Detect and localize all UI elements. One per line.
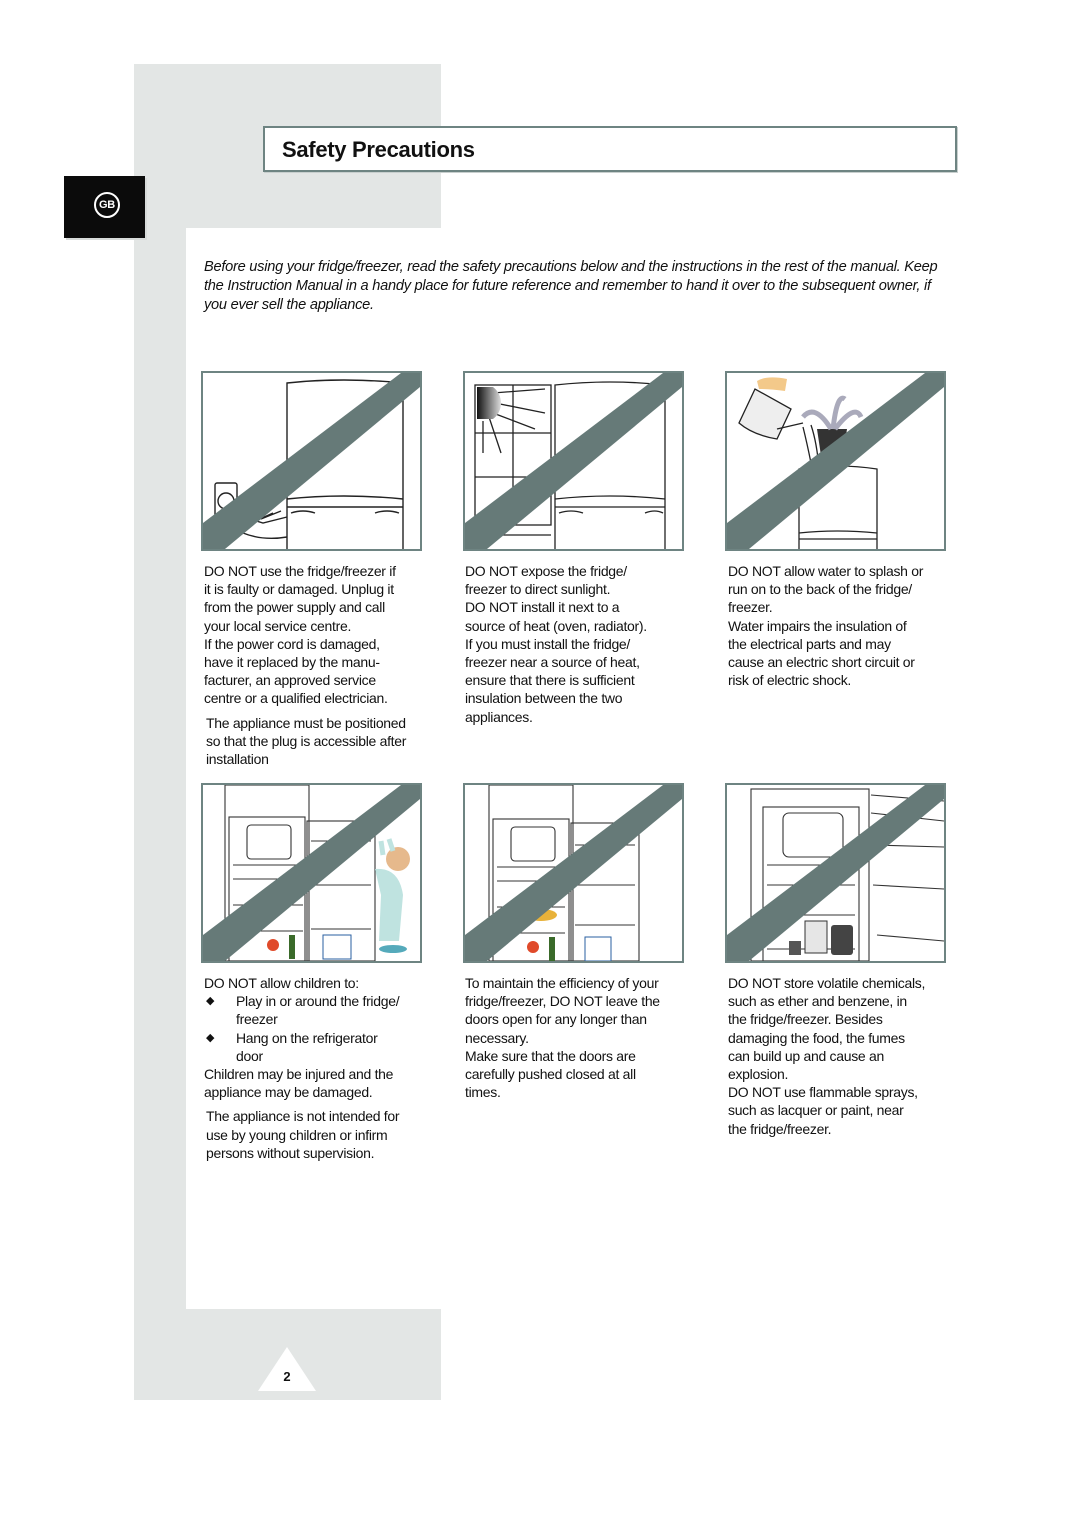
- caption-line: DO NOT allow water to splash or: [728, 563, 924, 579]
- caption-line: risk of electric shock.: [728, 672, 852, 689]
- page-number: 2: [283, 1369, 291, 1384]
- sunlight-window-fridge-icon: [465, 373, 682, 549]
- caption-line: freezer near a source of heat,: [465, 654, 640, 671]
- caption-line: To maintain the efficiency of your: [465, 975, 659, 991]
- caption-line: facturer, an approved service: [204, 672, 376, 689]
- caption-chemicals: DO NOT store volatile chemicals, such as…: [728, 974, 963, 1138]
- watering-plant-on-fridge-icon: [727, 373, 944, 549]
- prohibition-slash: [203, 373, 420, 549]
- caption-line: the electrical parts and may: [728, 635, 891, 652]
- bullet-line: door: [236, 1047, 263, 1064]
- caption-line: DO NOT expose the fridge/: [465, 563, 627, 579]
- diamond-bullet-icon: ◆: [206, 995, 215, 1008]
- caption-line: centre or a qualified electrician.: [204, 690, 388, 707]
- caption-line: If the power cord is damaged,: [204, 635, 380, 652]
- caption-line: have it replaced by the manu-: [204, 654, 380, 671]
- caption-line: DO NOT use the fridge/freezer if: [204, 563, 396, 579]
- caption-line: can build up and cause an: [728, 1047, 884, 1064]
- caption-line: from the power supply and call: [204, 599, 385, 616]
- caption-children: DO NOT allow children to: ◆ Play in or a…: [204, 974, 439, 1162]
- child-head: [386, 847, 410, 871]
- caption-line: source of heat (oven, radiator).: [465, 617, 647, 634]
- bullet-line: freezer: [236, 1011, 278, 1028]
- caption-line: appliance may be damaged.: [204, 1084, 373, 1101]
- caption-note-line: use by young children or infirm: [206, 1126, 388, 1143]
- illustration-sunlight: [463, 371, 684, 551]
- caption-line: such as ether and benzene, in: [728, 993, 907, 1010]
- caption-water-splash: DO NOT allow water to splash or run on t…: [728, 562, 963, 689]
- bullet-item: ◆ Hang on the refrigerator door: [204, 1029, 439, 1065]
- caption-doors-open: To maintain the efficiency of your fridg…: [465, 974, 700, 1101]
- illustration-unplug-damaged: [201, 371, 422, 551]
- caption-unplug-damaged: DO NOT use the fridge/freezer if it is f…: [204, 562, 439, 768]
- caption-lead: DO NOT allow children to:: [204, 975, 359, 991]
- caption-line: the fridge/freezer. Besides: [728, 1011, 883, 1028]
- caption-note-line: so that the plug is accessible after: [206, 732, 407, 749]
- caption-note-line: installation: [206, 751, 269, 768]
- caption-line: cause an electric short circuit or: [728, 654, 915, 671]
- caption-line: times.: [465, 1084, 501, 1101]
- caption-line: DO NOT install it next to a: [465, 599, 620, 616]
- caption-line: damaging the food, the fumes: [728, 1029, 905, 1046]
- illustration-chemicals: [725, 783, 946, 963]
- caption-line: fridge/freezer, DO NOT leave the: [465, 993, 660, 1010]
- bullet-item: ◆ Play in or around the fridge/freezer: [204, 992, 439, 1028]
- page-title: Safety Precautions: [282, 137, 475, 162]
- page-title-box: Safety Precautions: [263, 126, 957, 172]
- bullet-line: Hang on the refrigerator: [236, 1029, 378, 1046]
- chemicals-in-fridge-icon: [727, 785, 944, 961]
- caption-line: carefully pushed closed at all: [465, 1066, 636, 1083]
- caption-line: the fridge/freezer.: [728, 1120, 832, 1137]
- caption-line: doors open for any longer than: [465, 1011, 647, 1028]
- caption-line: Children may be injured and the: [204, 1066, 394, 1083]
- caption-sunlight: DO NOT expose the fridge/ freezer to dir…: [465, 562, 700, 726]
- illustration-children: [201, 783, 422, 963]
- intro-paragraph: Before using your fridge/freezer, read t…: [204, 259, 938, 313]
- diamond-bullet-icon: ◆: [206, 1031, 215, 1044]
- caption-line: insulation between the two: [465, 690, 623, 707]
- caption-note-line: The appliance must be positioned: [206, 714, 406, 731]
- illustration-water-splash: [725, 371, 946, 551]
- caption-line: run on to the back of the fridge/: [728, 581, 912, 598]
- language-badge: GB: [64, 176, 145, 238]
- caption-note-line: The appliance is not intended for: [206, 1108, 400, 1125]
- unplug-damaged-fridge-icon: [203, 373, 420, 549]
- illustration-doors-open: [463, 783, 684, 963]
- caption-line: DO NOT use flammable sprays,: [728, 1084, 918, 1101]
- caption-line: freezer.: [728, 599, 773, 616]
- caption-line: appliances.: [465, 708, 533, 725]
- caption-line: Water impairs the insulation of: [728, 617, 907, 634]
- caption-note-line: persons without supervision.: [206, 1144, 375, 1161]
- language-badge-label: GB: [94, 192, 120, 218]
- sun-icon: [477, 387, 501, 419]
- caption-line: it is faulty or damaged. Unplug it: [204, 581, 394, 598]
- caption-line: freezer to direct sunlight.: [465, 581, 611, 598]
- caption-line: ensure that there is sufficient: [465, 672, 635, 689]
- caption-line: such as lacquer or paint, near: [728, 1102, 904, 1119]
- bullet-line: Play in or around the fridge/: [236, 993, 400, 1010]
- caption-line: Make sure that the doors are: [465, 1047, 636, 1064]
- caption-line: necessary.: [465, 1029, 529, 1046]
- caption-line: DO NOT store volatile chemicals,: [728, 975, 926, 991]
- child-climbing-fridge-icon: [203, 785, 420, 961]
- caption-line: If you must install the fridge/: [465, 635, 631, 652]
- caption-line: explosion.: [728, 1066, 789, 1083]
- background-band-strip: [134, 228, 186, 1400]
- caption-line: your local service centre.: [204, 617, 352, 634]
- fridge-doors-open-icon: [465, 785, 682, 961]
